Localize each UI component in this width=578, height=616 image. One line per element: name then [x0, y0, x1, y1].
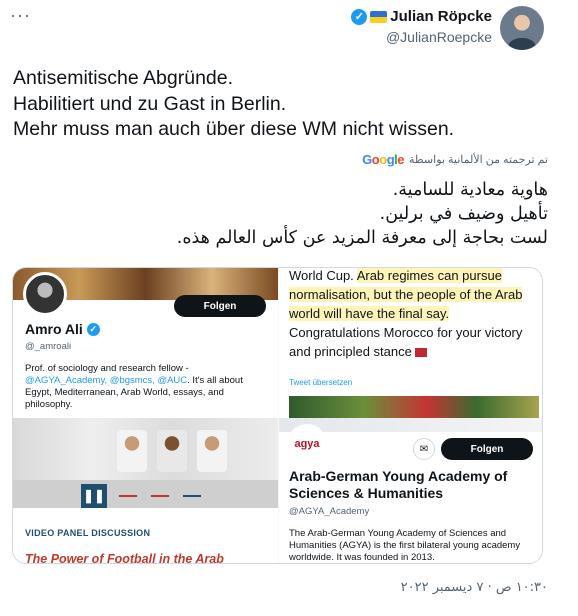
amro-profile-screenshot: Folgen Amro Ali ✓ @_amroali Prof. of soc… [13, 268, 278, 418]
amro-avatar [23, 272, 67, 316]
panelist-photo [197, 430, 227, 472]
author-avatar[interactable] [500, 6, 544, 50]
follow-button: Folgen [174, 295, 266, 317]
pause-icon: ❚❚ [81, 484, 107, 508]
worldcup-tweet-text: World Cup. Arab regimes can pursue norma… [289, 268, 539, 361]
tweet-text: Antisemitische Abgründe. Habilitiert und… [13, 66, 454, 143]
tweet-line: Mehr muss man auch über diese WM nicht w… [13, 118, 455, 140]
amro-name-text: Amro Ali [25, 321, 83, 337]
tweet-line: Antisemitische Abgründe. [13, 67, 234, 89]
panelist-photo [117, 430, 147, 472]
stadium-photo [289, 396, 539, 418]
slide-indicator [151, 495, 169, 497]
tweet-line: Habilitiert und zu Gast in Berlin. [13, 92, 287, 115]
slide-indicator [119, 495, 137, 497]
morocco-flag-icon [414, 348, 427, 358]
verified-badge-icon: ✓ [351, 8, 368, 25]
tweet-author[interactable]: ✓ Julian Röpcke @JulianRoepcke [351, 8, 492, 45]
video-panel-screenshot: ❚❚ VIDEO PANEL DISCUSSION The Power of F… [13, 418, 278, 564]
video-title: The Power of Football in the Arab [25, 552, 224, 564]
translation-note: تم ترجمته من الألمانية بواسطة [409, 154, 548, 166]
translated-line: لست بحاجة إلى معرفة المزيد عن كأس العالم… [176, 228, 548, 248]
agya-logo: agya [287, 424, 327, 464]
agya-name: Arab-German Young Academy of Sciences & … [289, 468, 508, 501]
translation-attribution: Google تم ترجمته من الألمانية بواسطة [362, 152, 548, 167]
amro-handle: @_amroali [25, 341, 72, 352]
ukraine-flag-icon [370, 10, 388, 23]
bio-text: Prof. of sociology and research fellow - [25, 363, 189, 374]
agya-handle: @AGYA_Academy [289, 506, 370, 517]
follow-button: Folgen [441, 438, 533, 460]
video-category: VIDEO PANEL DISCUSSION [25, 528, 151, 538]
bio-links: @AGYA_Academy, @bgsmcs, @AUC [25, 375, 188, 386]
tweet-timestamp[interactable]: ١٠:٣٠ ص · ٧ ديسمبر ٢٠٢٢ [401, 580, 548, 595]
translate-tweet-link: Tweet übersetzen [289, 378, 353, 387]
google-logo: Google [362, 152, 404, 167]
author-name[interactable]: Julian Röpcke [390, 8, 492, 25]
amro-name: Amro Ali ✓ [25, 321, 100, 337]
tweet-media-image[interactable]: Folgen Amro Ali ✓ @_amroali Prof. of soc… [12, 267, 543, 564]
amro-bio: Prof. of sociology and research fellow -… [25, 363, 270, 411]
worldcup-tweet-screenshot: World Cup. Arab regimes can pursue norma… [279, 268, 542, 418]
agya-profile-screenshot: agya ✉ Folgen Arab-German Young Academy … [279, 418, 542, 563]
mail-icon: ✉ [413, 438, 435, 460]
more-options-button[interactable]: ··· [10, 6, 31, 24]
video-thumbnail [13, 418, 278, 480]
translated-line: تأهيل وضيف في برلين. [379, 204, 548, 224]
wc-plain-text: World Cup. [289, 268, 357, 283]
author-handle[interactable]: @JulianRoepcke [351, 29, 492, 45]
agya-bio: The Arab-German Young Academy of Science… [289, 528, 521, 563]
translated-text: هاوية معادية للسامية. تأهيل وضيف في برلي… [28, 178, 548, 250]
panelist-photo [157, 430, 187, 472]
slide-indicator [183, 495, 201, 497]
verified-badge-icon: ✓ [86, 322, 100, 336]
translated-line: هاوية معادية للسامية. [392, 180, 548, 200]
wc-plain-text: Congratulations Morocco for your victory… [289, 325, 523, 359]
video-controls-bar [13, 480, 278, 508]
